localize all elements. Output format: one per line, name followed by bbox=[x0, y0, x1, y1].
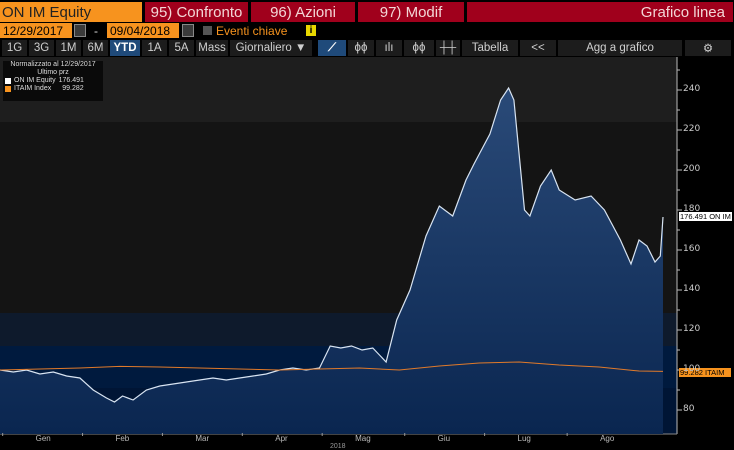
y-tick-label: 80 bbox=[683, 404, 695, 414]
collapse-button[interactable]: << bbox=[520, 40, 556, 56]
ohlc-chart-icon[interactable]: ϕϕ bbox=[404, 40, 434, 56]
y-tick-label: 220 bbox=[683, 124, 701, 134]
end-date-input[interactable]: 09/04/2018 bbox=[107, 23, 179, 38]
legend-item-on: ON IM Equity 176.491 bbox=[3, 77, 103, 85]
candle-chart-icon[interactable]: ϕϕ bbox=[348, 40, 374, 56]
calendar-icon[interactable] bbox=[74, 24, 86, 37]
x-tick-label: Lug bbox=[517, 434, 531, 443]
period-ytd[interactable]: YTD bbox=[110, 40, 140, 56]
x-tick-label: Mag bbox=[355, 434, 371, 443]
x-tick-label: Giu bbox=[437, 434, 451, 443]
legend-item-itaim: ITAIM Index 99.282 bbox=[3, 85, 103, 93]
legend-title: Normalizzato al 12/29/2017 bbox=[10, 61, 96, 68]
add-to-chart-button[interactable]: Agg a grafico bbox=[558, 40, 682, 56]
calendar-icon[interactable] bbox=[182, 24, 194, 37]
x-tick-label: Feb bbox=[115, 434, 130, 443]
legend-box: Normalizzato al 12/29/2017 Ultimo prz ON… bbox=[3, 61, 103, 101]
line-chart-icon[interactable]: ⟋ bbox=[318, 40, 346, 56]
x-tick-label: Mar bbox=[195, 434, 210, 443]
y-tick-label: 180 bbox=[683, 204, 701, 214]
period-1m[interactable]: 1M bbox=[56, 40, 81, 56]
chart-type-label: Grafico linea bbox=[467, 2, 733, 22]
y-tick-label: 140 bbox=[683, 284, 701, 294]
frequency-dropdown[interactable]: Giornaliero ▼ bbox=[230, 40, 312, 56]
table-button[interactable]: Tabella bbox=[462, 40, 518, 56]
period-1a[interactable]: 1A bbox=[142, 40, 167, 56]
y-tick-label: 100 bbox=[683, 364, 701, 374]
legend-value: 99.282 bbox=[62, 85, 84, 92]
actions-button[interactable]: 96) Azioni bbox=[251, 2, 355, 22]
events-label: Eventi chiave bbox=[216, 23, 288, 38]
date-separator: - bbox=[94, 23, 98, 38]
period-6m[interactable]: 6M bbox=[83, 40, 108, 56]
y-tick-label: 240 bbox=[683, 84, 701, 94]
y-tick-label: 160 bbox=[683, 244, 701, 254]
start-date-input[interactable]: 12/29/2017 bbox=[0, 23, 72, 38]
y-tick-label: 120 bbox=[683, 324, 701, 334]
events-checkbox[interactable] bbox=[203, 26, 212, 35]
x-tick-label: Ago bbox=[600, 434, 615, 443]
legend-subtitle: Ultimo prz bbox=[37, 69, 69, 76]
period-max[interactable]: Mass bbox=[196, 40, 228, 56]
info-icon[interactable]: i bbox=[306, 25, 316, 36]
legend-swatch bbox=[5, 86, 11, 92]
x-tick-label: Apr bbox=[275, 434, 288, 443]
legend-name: ON IM Equity bbox=[14, 77, 56, 84]
period-1g[interactable]: 1G bbox=[2, 40, 27, 56]
x-tick-label: Gen bbox=[35, 434, 51, 443]
ticker-field[interactable]: ON IM Equity bbox=[0, 2, 142, 22]
compare-button[interactable]: 95) Confronto bbox=[145, 2, 248, 22]
period-3g[interactable]: 3G bbox=[29, 40, 54, 56]
modify-button[interactable]: 97) Modif bbox=[358, 2, 464, 22]
legend-swatch bbox=[5, 78, 11, 84]
legend-name: ITAIM Index bbox=[14, 85, 52, 92]
hlc-chart-icon[interactable]: ┼┼ bbox=[436, 40, 460, 56]
legend-value: 176.491 bbox=[58, 77, 84, 84]
price-chart bbox=[0, 57, 682, 436]
y-tick-label: 200 bbox=[683, 164, 701, 174]
bar-chart-icon[interactable]: ılı bbox=[376, 40, 402, 56]
period-5a[interactable]: 5A bbox=[169, 40, 194, 56]
settings-icon[interactable]: ⚙ bbox=[685, 40, 731, 56]
